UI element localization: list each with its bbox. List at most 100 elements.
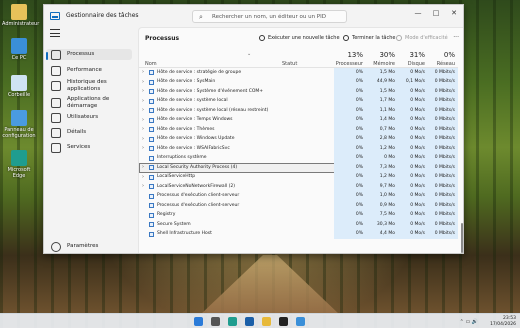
table-row[interactable]: 0% 9,7 Mo 0 Mo/s 0 Mbits/s › LocalServiceNoNe…: [139, 182, 458, 192]
search-input[interactable]: ⌕ Rechercher un nom, un éditeur ou un PI…: [192, 10, 347, 23]
memory-header-label: Mémoire: [373, 61, 395, 67]
sidebar-item-startup[interactable]: Applications de démarrage: [46, 95, 132, 110]
sort-chevron-icon[interactable]: ⌄: [247, 51, 251, 57]
minimize-button[interactable]: —: [409, 5, 427, 21]
maximize-button[interactable]: □: [427, 5, 445, 21]
desktop-icon-label: Microsoft Edge: [7, 167, 31, 179]
cell-cpu-value: 0%: [355, 231, 363, 236]
sidebar-item-chart[interactable]: Performance: [46, 65, 132, 76]
clock[interactable]: 23:53 17/04/2026: [490, 316, 516, 327]
network-header-label: Réseau: [436, 61, 455, 67]
edge-icon[interactable]: [228, 317, 237, 326]
expand-chevron-icon[interactable]: ›: [142, 145, 144, 151]
table-row[interactable]: 0% 0,7 Mo 0 Mo/s 0 Mbits/s › Hôte de service …: [139, 125, 458, 135]
cell-mem: 0,9 Mo: [366, 201, 398, 211]
process-icon: [149, 165, 154, 170]
control-panel-icon: [11, 110, 27, 126]
expand-chevron-icon[interactable]: ›: [142, 117, 144, 123]
process-name: Secure System: [157, 221, 191, 227]
table-row[interactable]: 0% 7,3 Mo 0 Mo/s 0 Mbits/s › Local Security A…: [139, 163, 458, 173]
expand-chevron-icon[interactable]: ›: [142, 98, 144, 104]
table-row[interactable]: 0% 1,0 Mo 0 Mo/s 0 Mbits/s Processus d'exécu…: [139, 191, 458, 201]
table-row[interactable]: 0% 30,3 Mo 0 Mo/s 0 Mbits/s Secure System: [139, 220, 458, 230]
hamburger-menu-icon[interactable]: [50, 29, 60, 38]
table-row[interactable]: 0% 1,2 Mo 0 Mo/s 0 Mbits/s › Hôte de service …: [139, 144, 458, 154]
sidebar-item-services[interactable]: Services: [46, 142, 132, 153]
more-options-button[interactable]: ···: [453, 34, 459, 41]
start-icon[interactable]: [194, 317, 203, 326]
process-name: Hôte de service : stratégie de groupe: [157, 69, 242, 75]
process-name: Hôte de service : WSAIFabricSvc: [157, 145, 230, 151]
table-row[interactable]: 0% 1,5 Mo 0 Mo/s 0 Mbits/s › Hôte de service …: [139, 68, 458, 78]
sidebar-item-settings[interactable]: Paramètres: [46, 241, 132, 252]
expand-chevron-icon[interactable]: ›: [142, 136, 144, 142]
expand-chevron-icon[interactable]: ›: [142, 164, 144, 170]
table-row[interactable]: 0% 1,2 Mo 0 Mo/s 0 Mbits/s › LocalServiceHttp: [139, 172, 458, 182]
desktop-icon[interactable]: Microsoft Edge: [2, 150, 36, 179]
terminal-icon[interactable]: [279, 317, 288, 326]
column-cpu[interactable]: 13% Processeur: [334, 50, 366, 67]
run-new-task-button[interactable]: Exécuter une nouvelle tâche: [259, 35, 340, 41]
table-row[interactable]: 0% 2,8 Mo 0 Mo/s 0 Mbits/s › Hôte de service …: [139, 134, 458, 144]
desktop-icon[interactable]: Administrateur: [2, 4, 39, 27]
table-row[interactable]: 0% 1,1 Mo 0 Mo/s 0 Mbits/s › Hôte de service …: [139, 106, 458, 116]
column-disk[interactable]: 31% Disque: [398, 50, 428, 67]
table-row[interactable]: 0% 1,7 Mo 0 Mo/s 0 Mbits/s › Hôte de service …: [139, 96, 458, 106]
process-name: Processus d'exécution client-serveur: [157, 193, 240, 198]
column-memory[interactable]: 30% Mémoire: [366, 50, 398, 67]
process-icon: [149, 231, 154, 237]
expand-chevron-icon[interactable]: ›: [142, 126, 144, 132]
expand-chevron-icon[interactable]: ›: [142, 107, 144, 113]
title-bar[interactable]: Gestionnaire des tâches ⌕ Rechercher un …: [44, 5, 463, 27]
sidebar-item-users[interactable]: Utilisateurs: [46, 112, 132, 123]
cell-disk-value: 0 Mo/s: [410, 202, 425, 208]
cell-net: 0 Mbits/s: [428, 115, 458, 125]
process-name: Hôte de service : Thèmes: [157, 126, 215, 132]
table-row[interactable]: 0% 0 Mo 0 Mo/s 0 Mbits/s Interruptions systè…: [139, 153, 458, 163]
scrollbar-thumb[interactable]: [461, 223, 463, 253]
efficiency-mode-button[interactable]: Mode d'efficacité: [396, 35, 448, 41]
expand-chevron-icon[interactable]: ›: [142, 69, 144, 75]
sidebar-item-list[interactable]: Détails: [46, 127, 132, 138]
desktop-icon[interactable]: Panneau de configuration: [2, 110, 36, 139]
desktop-icon[interactable]: Corbeille: [2, 75, 36, 98]
table-row[interactable]: 0% 0,9 Mo 0 Mo/s 0 Mbits/s Processus d'exécu…: [139, 201, 458, 211]
sidebar-item-grid[interactable]: Processus: [46, 49, 132, 60]
expand-chevron-icon[interactable]: ›: [142, 88, 144, 94]
table-row[interactable]: 0% 1,5 Mo 0 Mo/s 0 Mbits/s › Hôte de service …: [139, 87, 458, 97]
table-row[interactable]: 0% 1,4 Mo 0 Mo/s 0 Mbits/s › Hôte de service …: [139, 115, 458, 125]
window-title: Gestionnaire des tâches: [66, 12, 139, 19]
column-name[interactable]: Nom: [145, 61, 157, 67]
table-row[interactable]: 0% 44,9 Mo 0,1 Mo/s 0 Mbits/s › Hôte de servi…: [139, 77, 458, 87]
cell-disk-value: 0 Mo/s: [410, 193, 425, 198]
system-tray-icons[interactable]: ⌃ ▭ 🔊: [460, 319, 478, 325]
task-manager-icon[interactable]: [296, 317, 305, 326]
file-explorer-icon[interactable]: [262, 317, 271, 326]
close-button[interactable]: ✕: [445, 5, 463, 21]
expand-chevron-icon[interactable]: ›: [142, 174, 144, 180]
table-row[interactable]: 0% 4,4 Mo 0 Mo/s 0 Mbits/s Shell Infrastruct…: [139, 229, 458, 239]
expand-chevron-icon[interactable]: ›: [142, 79, 144, 85]
desktop-icon[interactable]: Ce PC: [2, 38, 36, 61]
cell-cpu-value: 0%: [355, 174, 363, 179]
cell-mem: 7,5 Mo: [366, 210, 398, 220]
cell-cpu-value: 0%: [355, 202, 363, 208]
cell-cpu-value: 0%: [355, 136, 363, 141]
column-network[interactable]: 0% Réseau: [428, 50, 458, 67]
sidebar-item-history[interactable]: Historique des applications: [46, 78, 132, 93]
cell-cpu: 0%: [334, 229, 366, 239]
end-task-button[interactable]: Terminer la tâche: [343, 35, 395, 41]
expand-chevron-icon[interactable]: ›: [142, 183, 144, 189]
cell-disk-value: 0,1 Mo/s: [405, 79, 425, 84]
table-row[interactable]: 0% 7,5 Mo 0 Mo/s 0 Mbits/s Registry: [139, 210, 458, 220]
cell-mem: 1,5 Mo: [366, 68, 398, 78]
cell-mem-value: 4,4 Mo: [379, 231, 395, 236]
process-name: Interruptions système: [157, 155, 207, 160]
search-icon[interactable]: [211, 317, 220, 326]
cell-net-value: 0 Mbits/s: [434, 193, 455, 198]
cell-disk-value: 0 Mo/s: [410, 183, 425, 189]
cell-net: 0 Mbits/s: [428, 68, 458, 78]
column-status[interactable]: Statut: [282, 61, 297, 67]
process-icon: [149, 98, 154, 104]
task-view-icon[interactable]: [245, 317, 254, 326]
